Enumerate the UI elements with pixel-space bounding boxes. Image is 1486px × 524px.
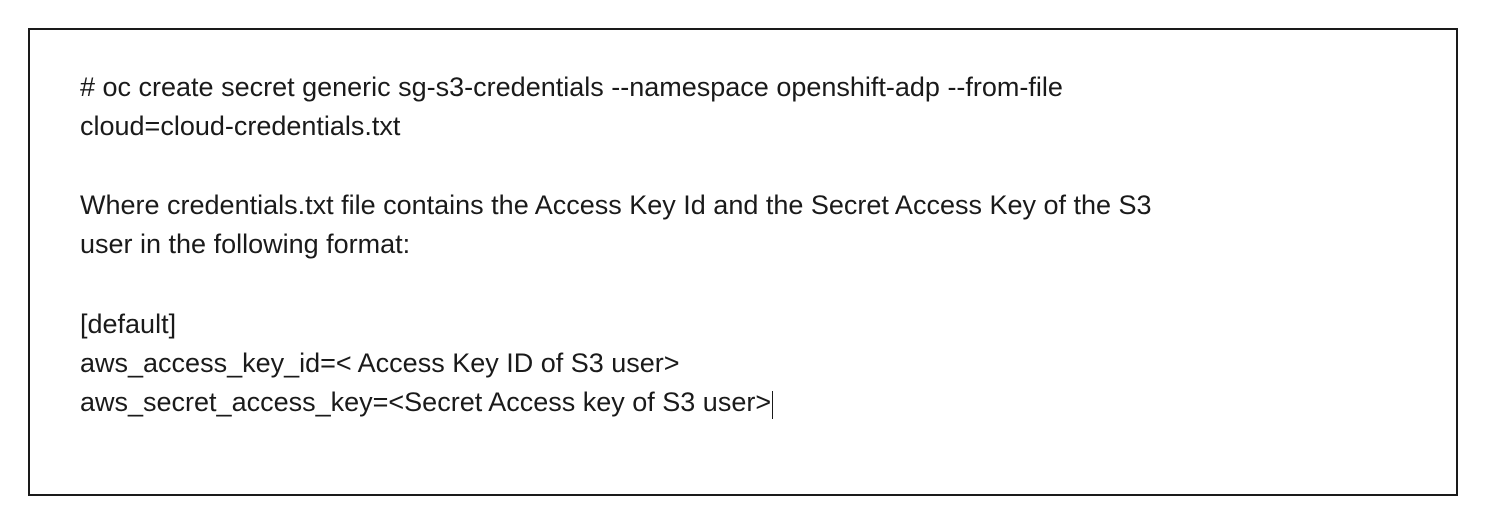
credentials-line-3: aws_secret_access_key=<Secret Access key…: [80, 383, 1406, 422]
credentials-line-1: [default]: [80, 305, 1406, 344]
description-line-1: Where credentials.txt file contains the …: [80, 186, 1406, 225]
command-text-line-1: # oc create secret generic sg-s3-credent…: [80, 68, 1406, 107]
blank-line: [80, 265, 1406, 305]
credentials-line-2: aws_access_key_id=< Access Key ID of S3 …: [80, 344, 1406, 383]
command-text-line-2: cloud=cloud-credentials.txt: [80, 107, 1406, 146]
blank-line: [80, 146, 1406, 186]
code-snippet-box: # oc create secret generic sg-s3-credent…: [28, 28, 1458, 496]
description-line-2: user in the following format:: [80, 225, 1406, 264]
